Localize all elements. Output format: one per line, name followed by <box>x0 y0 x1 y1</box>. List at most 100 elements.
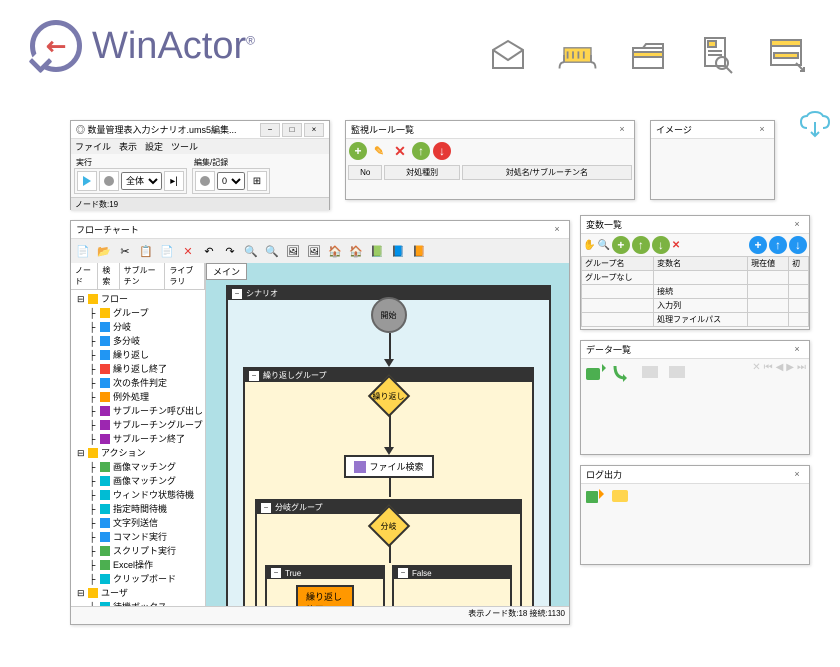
zoom-out-icon[interactable]: 🔍 <box>262 241 282 261</box>
minimize-button[interactable]: − <box>260 123 280 137</box>
tree-item[interactable]: ⊟ユーザ <box>73 586 203 600</box>
collapse-icon[interactable]: − <box>232 289 242 299</box>
data-icon[interactable] <box>638 362 662 382</box>
tree-item[interactable]: ├分岐 <box>73 320 203 334</box>
tree-item[interactable]: ├待機ボックス <box>73 600 203 606</box>
tree-item[interactable]: ├例外処理 <box>73 390 203 404</box>
col-no[interactable]: No <box>348 165 382 180</box>
tool-icon[interactable]: 🖼 <box>304 241 324 261</box>
tree-item[interactable]: ├画像マッチング <box>73 460 203 474</box>
redo-icon[interactable]: ↷ <box>220 241 240 261</box>
true-branch[interactable]: −True 繰り返し終了 <box>265 565 385 606</box>
false-branch[interactable]: −False <box>392 565 512 606</box>
tree-item[interactable]: ├グループ <box>73 306 203 320</box>
open-icon[interactable]: 📂 <box>94 241 114 261</box>
close-button[interactable]: × <box>615 124 629 136</box>
down-button[interactable]: ↓ <box>652 236 670 254</box>
play-button[interactable] <box>77 171 97 191</box>
tree-item[interactable]: ├多分岐 <box>73 334 203 348</box>
table-row[interactable]: 処理ファイルパス <box>582 313 809 327</box>
data-icon[interactable] <box>665 362 689 382</box>
tree-item[interactable]: ├文字列送信 <box>73 516 203 530</box>
search-icon[interactable]: 🔍 <box>597 240 609 251</box>
menu-file[interactable]: ファイル <box>75 140 111 153</box>
zoom-in-icon[interactable]: 🔍 <box>241 241 261 261</box>
close-button[interactable]: × <box>790 219 804 231</box>
paste-icon[interactable]: 📄 <box>157 241 177 261</box>
maximize-button[interactable]: □ <box>282 123 302 137</box>
add-blue-button[interactable]: + <box>749 236 767 254</box>
tree-item[interactable]: ├サブルーチングループ <box>73 418 203 432</box>
tool-icon[interactable]: 🖼 <box>283 241 303 261</box>
close-button[interactable]: × <box>790 344 804 356</box>
nav-icon[interactable]: ◀ <box>776 362 784 382</box>
canvas-tab-main[interactable]: メイン <box>206 263 247 280</box>
add-button[interactable]: + <box>612 236 630 254</box>
up-button[interactable]: ↑ <box>412 142 430 160</box>
tree-item[interactable]: ├ウィンドウ状態待機 <box>73 488 203 502</box>
tree-item[interactable]: ├指定時間待機 <box>73 502 203 516</box>
tool-icon[interactable]: 🏠 <box>346 241 366 261</box>
layout-button[interactable]: ⊞ <box>247 171 267 191</box>
close-button[interactable]: × <box>790 469 804 481</box>
nav-icon[interactable]: ⏮ <box>764 362 773 382</box>
close-button[interactable]: × <box>304 123 324 137</box>
table-row[interactable]: グループなし <box>582 271 809 285</box>
tree-item[interactable]: ├Excel操作 <box>73 558 203 572</box>
tree-item[interactable]: ├サブルーチン呼び出し <box>73 404 203 418</box>
tool-icon[interactable]: 📗 <box>367 241 387 261</box>
tree-item[interactable]: ├スクリプト実行 <box>73 544 203 558</box>
tool-icon[interactable]: 📙 <box>409 241 429 261</box>
delete-button[interactable]: ✕ <box>391 142 409 160</box>
tree-item[interactable]: ├繰り返し <box>73 348 203 362</box>
loop-end-node[interactable]: 繰り返し終了 <box>296 585 354 606</box>
zoom-select[interactable]: 0 <box>217 172 245 190</box>
tree-item[interactable]: ├コマンド実行 <box>73 530 203 544</box>
close-button[interactable]: × <box>755 124 769 136</box>
delete-icon[interactable]: ✕ <box>752 362 760 382</box>
tree-list[interactable]: ⊟フロー├グループ├分岐├多分岐├繰り返し├繰り返し終了├次の条件判定├例外処理… <box>71 290 205 606</box>
nav-icon[interactable]: ⏭ <box>797 362 806 382</box>
copy-icon[interactable]: 📋 <box>136 241 156 261</box>
tool-icon[interactable]: 📘 <box>388 241 408 261</box>
start-node[interactable]: 開始 <box>371 297 407 333</box>
edit-button[interactable]: ✎ <box>370 142 388 160</box>
delete-icon[interactable]: ✕ <box>178 241 198 261</box>
tree-item[interactable]: ⊟アクション <box>73 446 203 460</box>
variables-table[interactable]: グループ名 変数名 現在値 初 グループなし接続入力列処理ファイルパス <box>581 256 809 327</box>
flowchart-canvas[interactable]: メイン −シナリオ 開始 −繰り返しグループ 繰り返し ファイル検索 <box>206 263 569 606</box>
cut-icon[interactable]: ✂ <box>115 241 135 261</box>
loop-group-node[interactable]: −繰り返しグループ 繰り返し ファイル検索 −分岐グループ 分岐 <box>243 367 534 606</box>
tree-item[interactable]: ├サブルーチン終了 <box>73 432 203 446</box>
record-button[interactable] <box>99 171 119 191</box>
clear-log-icon[interactable] <box>609 487 631 505</box>
up-button[interactable]: ↑ <box>632 236 650 254</box>
table-row[interactable]: 接続 <box>582 285 809 299</box>
speed-select[interactable]: 全体 <box>121 172 162 190</box>
add-button[interactable]: + <box>349 142 367 160</box>
branch-group-node[interactable]: −分岐グループ 分岐 −True 繰り返し終了 −False <box>255 499 522 606</box>
tree-item[interactable]: ├クリップボード <box>73 572 203 586</box>
menu-tools[interactable]: ツール <box>171 140 198 153</box>
rec-start-button[interactable] <box>195 171 215 191</box>
tab-node[interactable]: ノード <box>71 263 98 289</box>
tree-item[interactable]: ├画像マッチング <box>73 474 203 488</box>
export-log-icon[interactable] <box>584 487 606 505</box>
down-button[interactable]: ↓ <box>433 142 451 160</box>
hand-icon[interactable]: ✋ <box>583 240 595 251</box>
delete-button[interactable]: ✕ <box>672 240 680 251</box>
tab-subroutine[interactable]: サブルーチン <box>120 263 166 289</box>
step-button[interactable]: ▸| <box>164 171 184 191</box>
down-blue-button[interactable]: ↓ <box>789 236 807 254</box>
up-blue-button[interactable]: ↑ <box>769 236 787 254</box>
col-name[interactable]: 対処名/サブルーチン名 <box>462 165 632 180</box>
import-icon[interactable] <box>584 362 608 382</box>
menu-view[interactable]: 表示 <box>119 140 137 153</box>
file-search-node[interactable]: ファイル検索 <box>343 455 433 478</box>
tool-icon[interactable]: 🏠 <box>325 241 345 261</box>
close-button[interactable]: × <box>550 224 564 236</box>
table-row[interactable]: 入力列 <box>582 299 809 313</box>
tree-item[interactable]: ├次の条件判定 <box>73 376 203 390</box>
tab-library[interactable]: ライブラリ <box>165 263 205 289</box>
new-icon[interactable]: 📄 <box>73 241 93 261</box>
